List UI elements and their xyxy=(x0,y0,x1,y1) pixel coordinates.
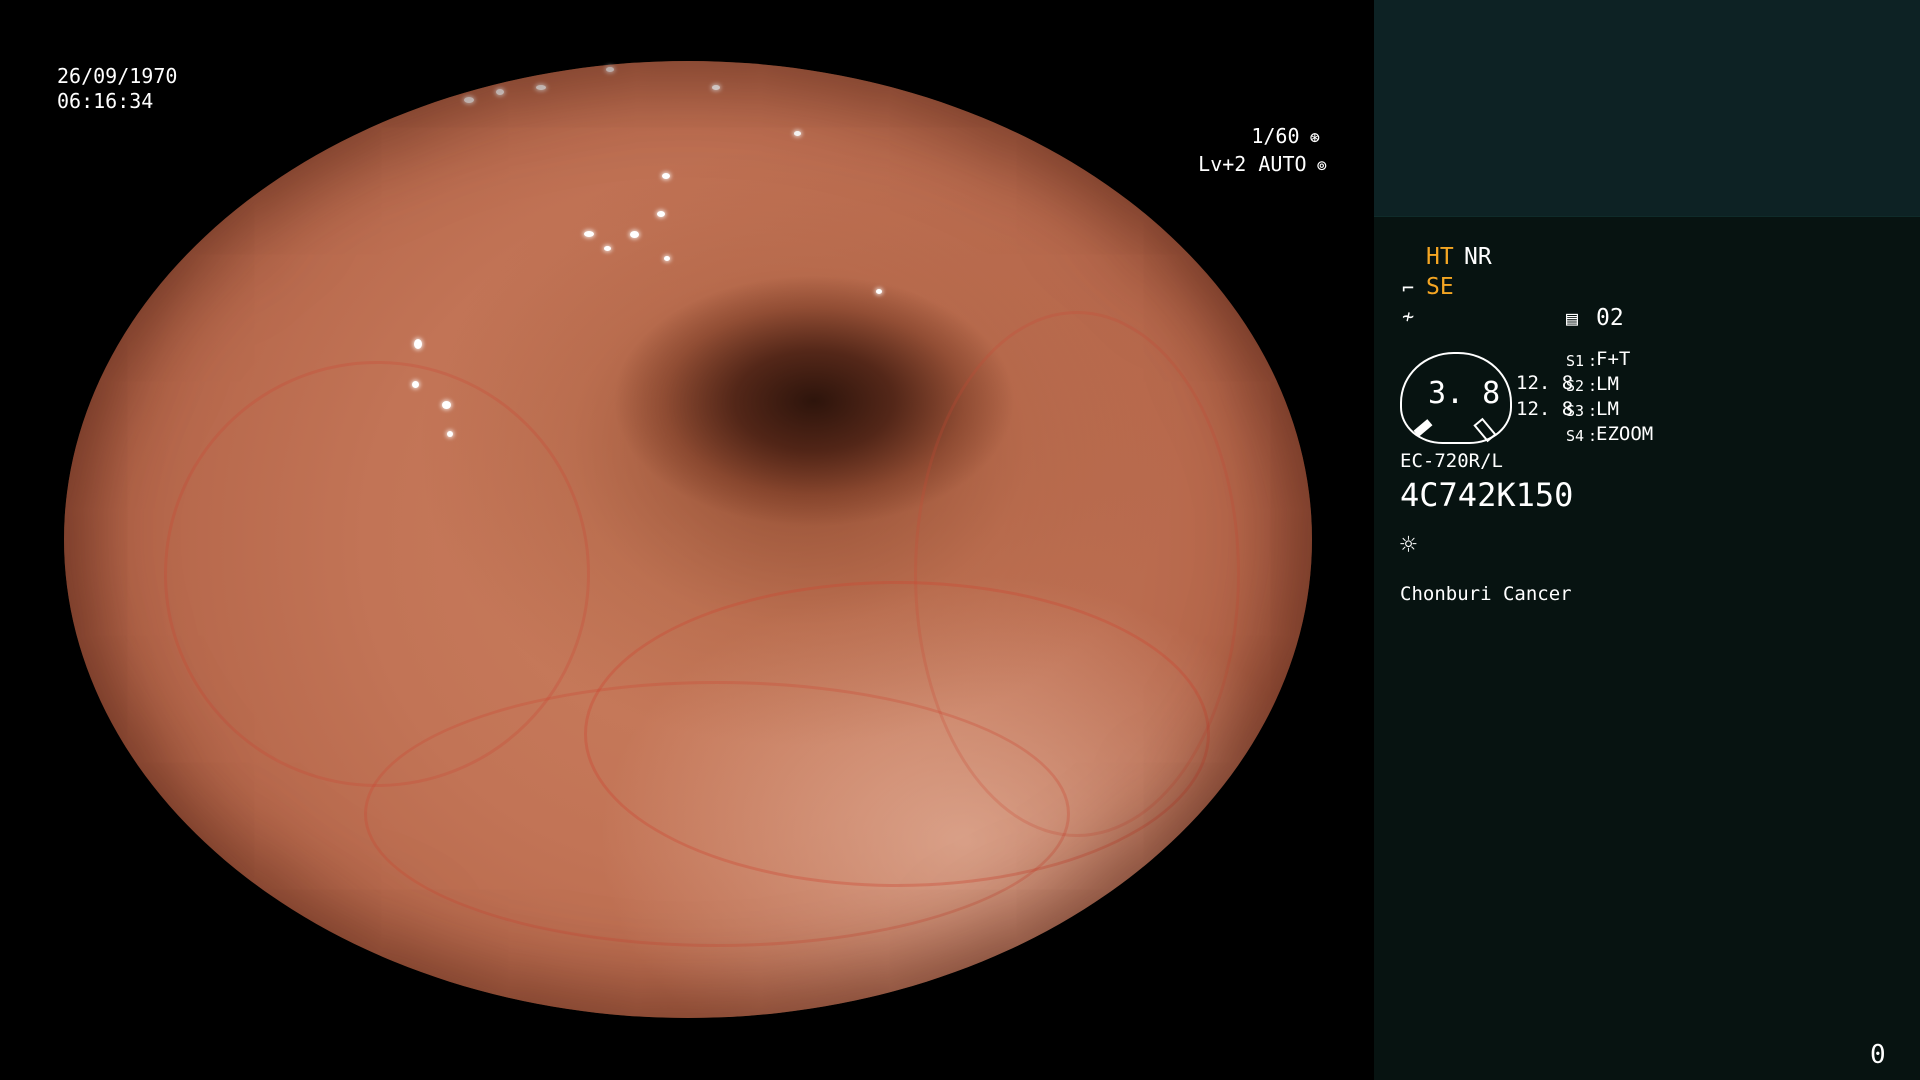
switch-key: S1 xyxy=(1566,352,1585,370)
nr-indicator: NR xyxy=(1464,244,1492,270)
level-readout: Lv+2 AUTO ⊚ xyxy=(1150,128,1327,202)
ratio-bottom: 12. 8 xyxy=(1516,398,1574,420)
program-icon: ▤ xyxy=(1566,306,1579,330)
gauge-marker-left xyxy=(1413,419,1433,437)
panel-header-area xyxy=(1374,0,1920,217)
light-reflection xyxy=(657,211,665,217)
light-reflection xyxy=(536,85,546,90)
info-panel: HT NR ⌐ SE ≁ ▤ 02 3. 8 12. 8 12. 8 S1 : … xyxy=(1374,0,1920,1080)
light-reflection xyxy=(412,381,419,388)
switch-key: S4 xyxy=(1566,427,1585,445)
ht-indicator: HT xyxy=(1426,244,1454,270)
light-reflection xyxy=(604,246,611,251)
scope-model: EC-720R/L xyxy=(1400,450,1503,472)
switch-value: LM xyxy=(1596,373,1619,395)
freeze-icon: ⌐ xyxy=(1402,276,1415,300)
exam-date: 26/09/1970 xyxy=(57,64,178,88)
light-reflection xyxy=(606,67,614,72)
switch-key: S2 xyxy=(1566,377,1585,395)
exam-time: 06:16:34 xyxy=(57,89,154,113)
iris-icon: ⊚ xyxy=(1306,156,1328,176)
light-icon: ☼ xyxy=(1400,528,1417,561)
program-number: 02 xyxy=(1596,305,1624,331)
light-reflection xyxy=(712,85,720,90)
ratio-top: 12. 8 xyxy=(1516,372,1574,394)
light-reflection xyxy=(584,231,594,237)
edge-icon: ≁ xyxy=(1402,304,1415,328)
image-crop-top xyxy=(0,0,1374,61)
zoom-gauge: 3. 8 xyxy=(1400,352,1512,444)
frame-counter: 0 xyxy=(1870,1040,1886,1070)
light-reflection xyxy=(464,97,474,103)
scope-serial: 4C742K150 xyxy=(1400,476,1574,514)
endoscopic-image xyxy=(64,61,1312,1018)
gauge-marker-right xyxy=(1473,417,1497,443)
image-crop-bottom xyxy=(0,1018,1374,1080)
endoscope-view: 26/09/1970 06:16:34 1/60 ⊛ Lv+2 AUTO ⊚ xyxy=(0,0,1374,1080)
light-reflection xyxy=(662,173,670,179)
switch-key: S3 xyxy=(1566,402,1585,420)
vessel-pattern xyxy=(164,361,590,787)
institution-name: Chonburi Cancer xyxy=(1400,583,1572,605)
vessel-pattern xyxy=(364,681,1070,947)
vessel-pattern xyxy=(584,581,1210,887)
light-reflection xyxy=(876,289,882,294)
switch-value: EZOOM xyxy=(1596,423,1654,445)
light-reflection xyxy=(664,256,670,261)
light-reflection xyxy=(447,431,453,437)
vessel-pattern xyxy=(914,311,1240,837)
level-value: Lv+2 AUTO xyxy=(1198,152,1307,176)
light-reflection xyxy=(442,401,451,409)
light-reflection xyxy=(630,231,639,238)
se-indicator: SE xyxy=(1426,274,1454,300)
switch-value: F+T xyxy=(1596,348,1631,370)
light-reflection xyxy=(794,131,801,136)
light-reflection xyxy=(496,89,504,95)
zoom-value: 3. 8 xyxy=(1428,376,1501,411)
switch-value: LM xyxy=(1596,398,1619,420)
light-reflection xyxy=(414,339,422,349)
